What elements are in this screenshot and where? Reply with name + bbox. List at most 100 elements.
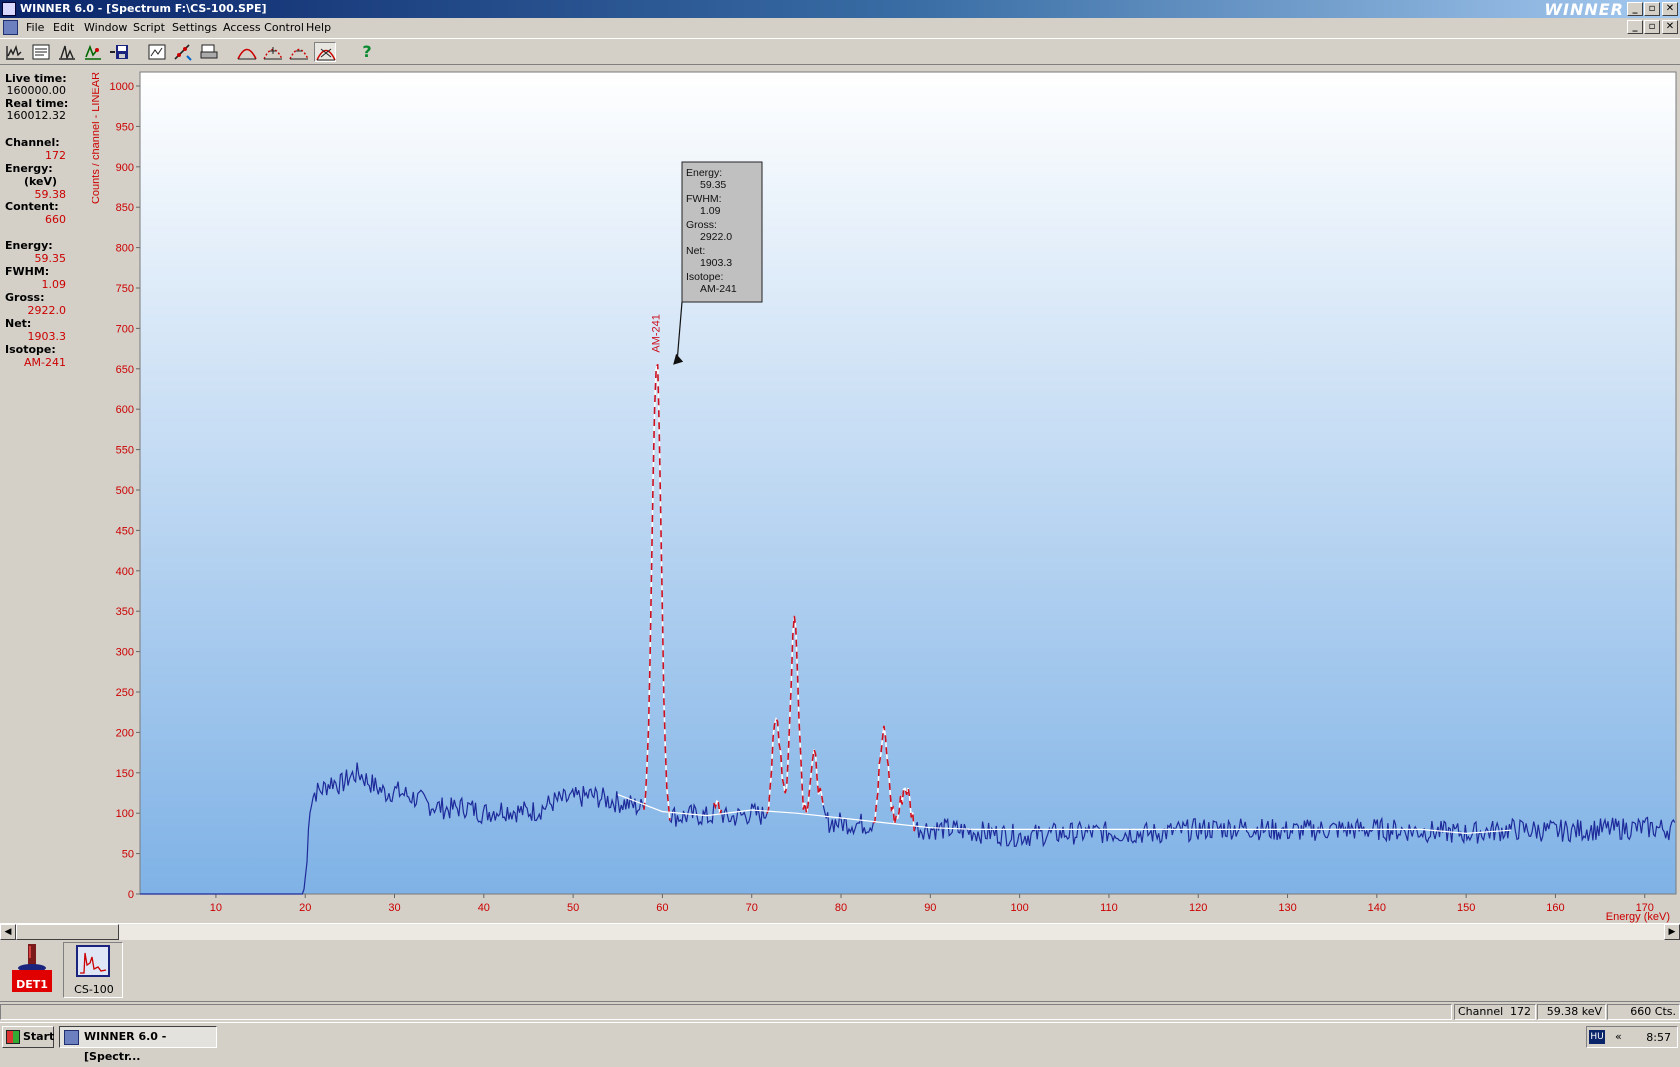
x-tick-label: 70	[746, 902, 758, 914]
energy-unit-label: (keV)	[24, 175, 58, 188]
menu-edit[interactable]: Edit	[53, 21, 74, 34]
spectrum-chart[interactable]: Counts / channel - LINEAR Energy (keV) 0…	[92, 66, 1680, 924]
language-indicator[interactable]: HU	[1589, 1030, 1605, 1044]
peak-info-label: Energy:	[686, 167, 722, 179]
document-icon[interactable]	[3, 20, 18, 35]
peak-info-label: Isotope:	[686, 271, 723, 283]
x-tick-label: 150	[1457, 902, 1475, 914]
y-tick-label: 300	[116, 647, 134, 659]
y-axis-label: Counts / channel - LINEAR	[92, 72, 102, 204]
status-channel-value: 172	[1510, 1005, 1531, 1018]
tray-expand-icon[interactable]: «	[1615, 1030, 1622, 1043]
isotope-value: AM-241	[24, 356, 66, 369]
help-icon[interactable]: ?	[356, 42, 378, 62]
scroll-right-arrow-icon[interactable]: ▶	[1664, 924, 1680, 940]
status-channel: Channel 172	[1454, 1004, 1536, 1020]
peak-info-label: Gross:	[686, 219, 717, 231]
x-tick-label: 170	[1636, 902, 1654, 914]
report-icon[interactable]	[146, 42, 168, 62]
peak-info-value: 2922.0	[700, 231, 732, 243]
doc-minimize-button[interactable]: _	[1627, 20, 1643, 34]
x-tick-label: 140	[1368, 902, 1386, 914]
peak-search-icon[interactable]	[56, 42, 78, 62]
y-tick-label: 700	[116, 323, 134, 335]
system-tray: HU « 8:57	[1586, 1026, 1678, 1048]
menu-file[interactable]: File	[26, 21, 44, 34]
title-bar: WINNER 6.0 - [Spectrum F:\CS-100.SPE] WI…	[0, 0, 1680, 19]
x-tick-label: 50	[567, 902, 579, 914]
menu-help[interactable]: Help	[306, 21, 331, 34]
restore-button[interactable]: ▫	[1644, 2, 1660, 16]
menu-access-control[interactable]: Access Control	[223, 21, 304, 34]
menu-window[interactable]: Window	[84, 21, 127, 34]
y-tick-label: 150	[116, 768, 134, 780]
channel-label: Channel:	[5, 136, 60, 149]
x-tick-label: 30	[388, 902, 400, 914]
print-icon[interactable]	[198, 42, 220, 62]
y-tick-label: 200	[116, 727, 134, 739]
detector-caption: DET1	[12, 978, 52, 992]
calibration-icon[interactable]	[172, 42, 194, 62]
peak-info-value: 59.35	[700, 179, 726, 191]
energy-label: Energy:	[5, 162, 53, 175]
x-tick-label: 20	[299, 902, 311, 914]
y-tick-label: 50	[122, 849, 134, 861]
detector-tile[interactable]: DET1	[2, 942, 62, 998]
y-tick-label: 1000	[110, 81, 134, 93]
minimize-button[interactable]: _	[1627, 2, 1643, 16]
y-tick-label: 850	[116, 202, 134, 214]
roi-marker-icon[interactable]	[288, 42, 310, 62]
y-tick-label: 450	[116, 525, 134, 537]
toolbar: ?	[0, 38, 1680, 65]
content-label: Content:	[5, 200, 59, 213]
plot-area[interactable]	[139, 71, 1677, 895]
save-disk-icon[interactable]	[108, 42, 130, 62]
status-energy: 59.38 keV	[1537, 1004, 1606, 1020]
peak-energy-value: 59.35	[34, 252, 67, 265]
x-tick-label: 130	[1278, 902, 1296, 914]
analysis-icon[interactable]	[82, 42, 104, 62]
taskbar-item-winner[interactable]: WINNER 6.0 - [Spectr...	[59, 1026, 217, 1063]
content-value: 660	[45, 213, 66, 226]
menu-settings[interactable]: Settings	[172, 21, 217, 34]
clock[interactable]: 8:57	[1646, 1031, 1671, 1044]
window-title: WINNER 6.0 - [Spectrum F:\CS-100.SPE]	[20, 2, 267, 15]
peak-info-value: AM-241	[700, 283, 737, 295]
x-tick-label: 80	[835, 902, 847, 914]
start-button[interactable]: Start	[2, 1026, 54, 1048]
spectrum-tile[interactable]: CS-100	[63, 942, 123, 998]
list-view-icon[interactable]	[30, 42, 52, 62]
live-time-value: 160000.00	[6, 84, 67, 97]
curve-icon[interactable]	[236, 42, 258, 62]
status-channel-label: Channel	[1458, 1005, 1504, 1018]
horizontal-scrollbar[interactable]: ◀ ▶	[0, 923, 1680, 940]
windows-flag-icon	[6, 1030, 20, 1044]
status-bar: Channel 172 59.38 keV 660 Cts.	[0, 1001, 1680, 1020]
spectrum-tile-icon	[76, 945, 110, 977]
app-icon[interactable]	[2, 2, 16, 16]
doc-close-button[interactable]: ✕	[1662, 20, 1678, 34]
y-tick-label: 950	[116, 121, 134, 133]
x-tick-label: 120	[1189, 902, 1207, 914]
peak-label-icon[interactable]	[314, 42, 336, 62]
spectrum-view-icon[interactable]	[4, 42, 26, 62]
fwhm-value: 1.09	[41, 278, 67, 291]
fwhm-label: FWHM:	[5, 265, 50, 278]
peak-info-value: 1.09	[700, 205, 721, 217]
gross-label: Gross:	[5, 291, 45, 304]
x-tick-label: 90	[924, 902, 936, 914]
x-tick-label: 160	[1546, 902, 1564, 914]
scroll-left-arrow-icon[interactable]: ◀	[0, 924, 16, 940]
close-button[interactable]: ✕	[1662, 2, 1678, 16]
y-tick-label: 900	[116, 162, 134, 174]
y-tick-label: 600	[116, 404, 134, 416]
scroll-thumb[interactable]	[16, 924, 119, 940]
y-tick-label: 500	[116, 485, 134, 497]
taskbar: Start WINNER 6.0 - [Spectr... HU « 8:57	[0, 1022, 1680, 1063]
menu-script[interactable]: Script	[133, 21, 165, 34]
roi-icon[interactable]	[262, 42, 284, 62]
doc-restore-button[interactable]: ▫	[1644, 20, 1660, 34]
net-value: 1903.3	[27, 330, 67, 343]
isotope-label: Isotope:	[5, 343, 56, 356]
net-label: Net:	[5, 317, 32, 330]
